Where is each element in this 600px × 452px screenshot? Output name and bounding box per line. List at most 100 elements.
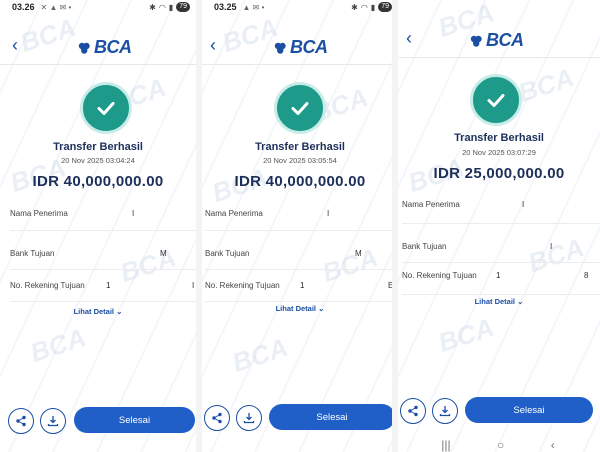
transfer-date: 20 Nov 2025 03:05:54 <box>263 156 337 165</box>
recipient-name-row: Nama Penerima I <box>10 202 196 231</box>
share-button[interactable] <box>400 398 426 424</box>
recipient-name-value: I <box>522 200 525 209</box>
view-detail-link[interactable]: Lihat Detail ⌄ <box>0 307 196 316</box>
finish-button[interactable]: Selesai <box>465 397 593 423</box>
bluetooth-icon: ✱ <box>149 2 156 12</box>
success-check-icon <box>274 82 326 134</box>
bca-logo-text: BCA <box>94 37 132 57</box>
notification-icons: ▲ ✉ • <box>242 2 265 12</box>
view-detail-label: Lihat Detail <box>73 307 115 316</box>
account-number-value-end: 8 <box>584 271 589 280</box>
bca-watermark: BCA <box>16 12 80 58</box>
bca-watermark: BCA <box>434 312 498 358</box>
recent-apps-icon[interactable]: ||| <box>441 438 450 452</box>
download-icon <box>47 416 59 427</box>
transfer-status-title: Transfer Berhasil <box>454 132 544 144</box>
destination-bank-value: M <box>355 249 362 258</box>
status-right-icons: ✱ ◠ ▮ 79 <box>149 2 190 12</box>
screen-panel-1: BCA BCA BCA BCA BCA 03.26 ✕ ▲ ✉ • ✱ ◠ ▮ … <box>0 0 196 452</box>
view-detail-link[interactable]: Lihat Detail ⌄ <box>202 304 398 313</box>
transfer-date: 20 Nov 2025 03:07:29 <box>462 148 536 157</box>
battery-indicator: 79 <box>176 2 190 12</box>
destination-bank-value: I <box>550 242 553 251</box>
finish-button[interactable]: Selesai <box>269 404 395 430</box>
header-divider <box>398 57 600 58</box>
view-detail-link[interactable]: Lihat Detail ⌄ <box>398 297 600 306</box>
signal-icon: ▮ <box>168 2 174 12</box>
bluetooth-icon: ✱ <box>351 2 358 12</box>
bca-logo: BCA <box>77 37 132 58</box>
destination-bank-row: Bank Tujuan I <box>402 234 600 263</box>
chevron-down-icon: ⌄ <box>116 307 123 316</box>
header-divider <box>0 64 196 65</box>
battery-indicator: 79 <box>378 2 392 12</box>
account-number-value-end: I <box>192 281 195 290</box>
account-number-row: No. Rekening Tujuan 1 8 <box>402 266 600 295</box>
destination-bank-row: Bank Tujuan M <box>205 241 398 270</box>
bca-watermark: BCA <box>228 332 292 378</box>
home-icon[interactable]: ○ <box>497 438 504 452</box>
download-button[interactable] <box>236 405 262 431</box>
recipient-name-value: I <box>327 209 330 218</box>
wifi-icon: ◠ <box>360 2 368 12</box>
finish-button[interactable]: Selesai <box>74 407 195 433</box>
screen-panel-3: BCA BCA BCA BCA BCA ‹ BCA Transfer Berha… <box>398 0 600 452</box>
transfer-date: 20 Nov 2025 03:04:24 <box>61 156 135 165</box>
status-bar: 03.26 ✕ ▲ ✉ • ✱ ◠ ▮ 79 <box>0 0 196 14</box>
account-number-label: No. Rekening Tujuan <box>402 271 477 280</box>
success-check-icon <box>80 82 132 134</box>
download-button[interactable] <box>40 408 66 434</box>
share-button[interactable] <box>204 405 230 431</box>
status-time: 03.26 <box>12 2 35 12</box>
destination-bank-label: Bank Tujuan <box>205 249 250 258</box>
transfer-status-title: Transfer Berhasil <box>53 141 143 153</box>
chevron-down-icon: ⌄ <box>517 297 524 306</box>
share-icon <box>212 412 222 424</box>
bca-logo: BCA <box>273 37 328 58</box>
recipient-name-row: Nama Penerima I <box>402 195 600 224</box>
bca-watermark: BCA <box>26 322 90 368</box>
screen-panel-2: BCA BCA BCA BCA BCA 03.25 ▲ ✉ • ✱ ◠ ▮ 79… <box>202 0 398 452</box>
recipient-name-value: I <box>132 209 135 218</box>
android-nav-bar: ||| ○ ‹ <box>418 438 578 452</box>
recipient-name-label: Nama Penerima <box>10 209 68 218</box>
share-button[interactable] <box>8 408 34 434</box>
bca-watermark: BCA <box>514 62 578 108</box>
back-arrow-icon[interactable]: ‹ <box>210 36 216 54</box>
transfer-amount: IDR 40,000,000.00 <box>32 173 164 190</box>
account-number-label: No. Rekening Tujuan <box>10 281 85 290</box>
account-number-value: 1 <box>300 281 305 290</box>
wifi-icon: ◠ <box>158 2 166 12</box>
download-button[interactable] <box>432 398 458 424</box>
header-divider <box>202 64 398 65</box>
share-icon <box>408 405 418 417</box>
download-icon <box>439 406 451 417</box>
back-arrow-icon[interactable]: ‹ <box>406 29 412 47</box>
bca-logo-mark-icon <box>274 42 286 54</box>
bca-logo-mark-icon <box>470 35 482 47</box>
recipient-name-label: Nama Penerima <box>402 200 460 209</box>
account-number-row: No. Rekening Tujuan 1 I <box>10 273 196 302</box>
transfer-amount: IDR 40,000,000.00 <box>234 173 366 190</box>
destination-bank-row: Bank Tujuan M <box>10 241 196 270</box>
status-bar: 03.25 ▲ ✉ • ✱ ◠ ▮ 79 <box>202 0 398 14</box>
back-nav-icon[interactable]: ‹ <box>551 438 555 452</box>
status-time: 03.25 <box>214 2 237 12</box>
success-check-icon <box>470 74 522 126</box>
account-number-value: 1 <box>496 271 501 280</box>
back-arrow-icon[interactable]: ‹ <box>12 36 18 54</box>
account-number-label: No. Rekening Tujuan <box>205 281 280 290</box>
view-detail-label: Lihat Detail <box>275 304 317 313</box>
signal-icon: ▮ <box>370 2 376 12</box>
download-icon <box>243 413 255 424</box>
status-right-icons: ✱ ◠ ▮ 79 <box>351 2 392 12</box>
bca-logo-text: BCA <box>290 37 328 57</box>
bca-logo-text: BCA <box>486 30 524 50</box>
chevron-down-icon: ⌄ <box>318 304 325 313</box>
recipient-name-label: Nama Penerima <box>205 209 263 218</box>
destination-bank-value: M <box>160 249 167 258</box>
notification-icons: ✕ ▲ ✉ • <box>40 2 72 12</box>
destination-bank-label: Bank Tujuan <box>402 242 447 251</box>
account-number-value: 1 <box>106 281 111 290</box>
bca-logo-mark-icon <box>78 42 90 54</box>
